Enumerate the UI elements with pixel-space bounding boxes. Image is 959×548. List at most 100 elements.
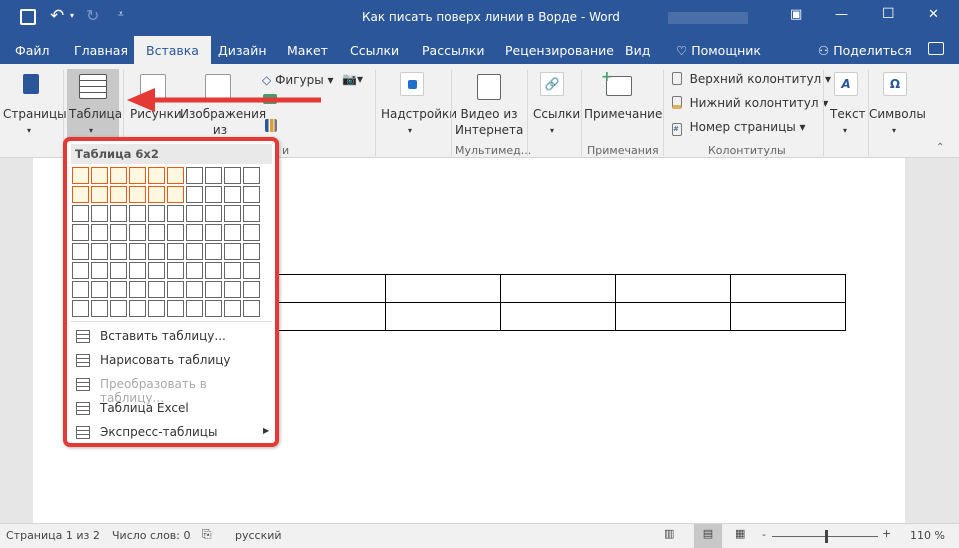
- grid-cell[interactable]: [148, 281, 165, 298]
- grid-cell[interactable]: [91, 186, 108, 203]
- grid-cell[interactable]: [186, 224, 203, 241]
- grid-cell[interactable]: [72, 205, 89, 222]
- grid-cell[interactable]: [91, 224, 108, 241]
- maximize-button[interactable]: ☐: [882, 6, 895, 22]
- pages-button[interactable]: Страницы ▾: [0, 70, 67, 140]
- grid-cell[interactable]: [243, 205, 260, 222]
- tell-me[interactable]: ♡ Помощник: [676, 43, 761, 58]
- tab-insert[interactable]: Вставка: [134, 36, 211, 64]
- ribbon-display-options-button[interactable]: ▣: [790, 7, 802, 22]
- word-count[interactable]: Число слов: 0: [112, 529, 191, 542]
- grid-cell[interactable]: [186, 300, 203, 317]
- grid-cell[interactable]: [110, 205, 127, 222]
- grid-cell[interactable]: [205, 281, 222, 298]
- grid-cell[interactable]: [205, 205, 222, 222]
- page-number-button[interactable]: # Номер страницы ▾: [672, 119, 806, 136]
- footer-button[interactable]: Нижний колонтитул ▾: [672, 95, 828, 112]
- grid-cell[interactable]: [205, 167, 222, 184]
- grid-cell[interactable]: [243, 262, 260, 279]
- menu-item[interactable]: Экспресс-таблицы ▶: [73, 422, 273, 444]
- grid-cell[interactable]: [148, 186, 165, 203]
- grid-cell[interactable]: [243, 224, 260, 241]
- links-button[interactable]: 🔗 Ссылки ▾: [530, 70, 580, 140]
- online-video-button[interactable]: Видео из Интернета: [455, 70, 523, 140]
- grid-cell[interactable]: [167, 186, 184, 203]
- grid-cell[interactable]: [148, 243, 165, 260]
- zoom-out-button[interactable]: -: [762, 528, 766, 541]
- grid-cell[interactable]: [129, 243, 146, 260]
- save-icon[interactable]: [20, 9, 36, 25]
- grid-cell[interactable]: [129, 300, 146, 317]
- grid-cell[interactable]: [243, 243, 260, 260]
- web-layout-icon[interactable]: ▦: [735, 527, 745, 540]
- grid-cell[interactable]: [224, 205, 241, 222]
- grid-cell[interactable]: [129, 224, 146, 241]
- grid-cell[interactable]: [110, 300, 127, 317]
- grid-cell[interactable]: [167, 262, 184, 279]
- undo-icon[interactable]: ↶: [50, 6, 64, 26]
- tab-view[interactable]: Вид: [625, 43, 650, 58]
- page-count[interactable]: Страница 1 из 2: [6, 529, 100, 542]
- customize-icon[interactable]: ⩡: [118, 9, 124, 20]
- undo-dropdown-icon[interactable]: ▾: [70, 11, 74, 20]
- grid-cell[interactable]: [129, 186, 146, 203]
- grid-cell[interactable]: [110, 262, 127, 279]
- grid-cell[interactable]: [110, 167, 127, 184]
- grid-cell[interactable]: [129, 281, 146, 298]
- zoom-slider-thumb[interactable]: [825, 530, 829, 543]
- grid-cell[interactable]: [91, 167, 108, 184]
- zoom-level[interactable]: 110 %: [910, 529, 945, 542]
- grid-cell[interactable]: [224, 243, 241, 260]
- grid-cell[interactable]: [224, 224, 241, 241]
- grid-cell[interactable]: [91, 300, 108, 317]
- grid-cell[interactable]: [129, 262, 146, 279]
- close-button[interactable]: ✕: [928, 7, 939, 22]
- read-mode-icon[interactable]: ▥: [664, 527, 674, 540]
- grid-cell[interactable]: [205, 224, 222, 241]
- grid-cell[interactable]: [224, 262, 241, 279]
- comment-button[interactable]: + Примечание: [584, 70, 662, 121]
- chart-icon[interactable]: [265, 119, 277, 132]
- tab-review[interactable]: Рецензирование: [505, 43, 614, 58]
- grid-cell[interactable]: [205, 186, 222, 203]
- header-button[interactable]: Верхний колонтитул ▾: [672, 71, 831, 88]
- grid-cell[interactable]: [148, 205, 165, 222]
- table-button[interactable]: Таблица ▾: [67, 69, 122, 139]
- menu-item[interactable]: Таблица Excel: [73, 398, 273, 420]
- redo-icon[interactable]: ↻: [86, 6, 99, 25]
- grid-cell[interactable]: [243, 300, 260, 317]
- grid-cell[interactable]: [148, 262, 165, 279]
- tab-references[interactable]: Ссылки: [350, 43, 399, 58]
- grid-cell[interactable]: [205, 300, 222, 317]
- grid-cell[interactable]: [167, 205, 184, 222]
- print-layout-icon[interactable]: ▤: [694, 524, 722, 548]
- grid-cell[interactable]: [72, 224, 89, 241]
- grid-cell[interactable]: [243, 281, 260, 298]
- grid-cell[interactable]: [110, 281, 127, 298]
- grid-cell[interactable]: [148, 224, 165, 241]
- addins-button[interactable]: Надстройки ▾: [378, 70, 457, 140]
- proofing-icon[interactable]: ⎘: [202, 527, 212, 542]
- grid-cell[interactable]: [91, 205, 108, 222]
- grid-cell[interactable]: [72, 243, 89, 260]
- grid-cell[interactable]: [186, 281, 203, 298]
- grid-cell[interactable]: [186, 243, 203, 260]
- menu-item[interactable]: Вставить таблицу...: [73, 326, 273, 348]
- grid-cell[interactable]: [243, 186, 260, 203]
- share-button[interactable]: ⚇ Поделиться: [818, 43, 912, 58]
- comments-icon[interactable]: [928, 42, 944, 55]
- grid-cell[interactable]: [167, 300, 184, 317]
- grid-cell[interactable]: [224, 186, 241, 203]
- tab-file[interactable]: Файл: [15, 43, 50, 58]
- minimize-button[interactable]: —: [835, 7, 848, 22]
- zoom-in-button[interactable]: +: [882, 527, 891, 540]
- grid-cell[interactable]: [72, 300, 89, 317]
- language[interactable]: русский: [235, 529, 282, 542]
- grid-cell[interactable]: [72, 262, 89, 279]
- grid-cell[interactable]: [129, 167, 146, 184]
- grid-cell[interactable]: [72, 167, 89, 184]
- symbols-button[interactable]: Ω Символы ▾: [869, 70, 926, 140]
- grid-cell[interactable]: [243, 167, 260, 184]
- grid-cell[interactable]: [110, 243, 127, 260]
- grid-cell[interactable]: [205, 262, 222, 279]
